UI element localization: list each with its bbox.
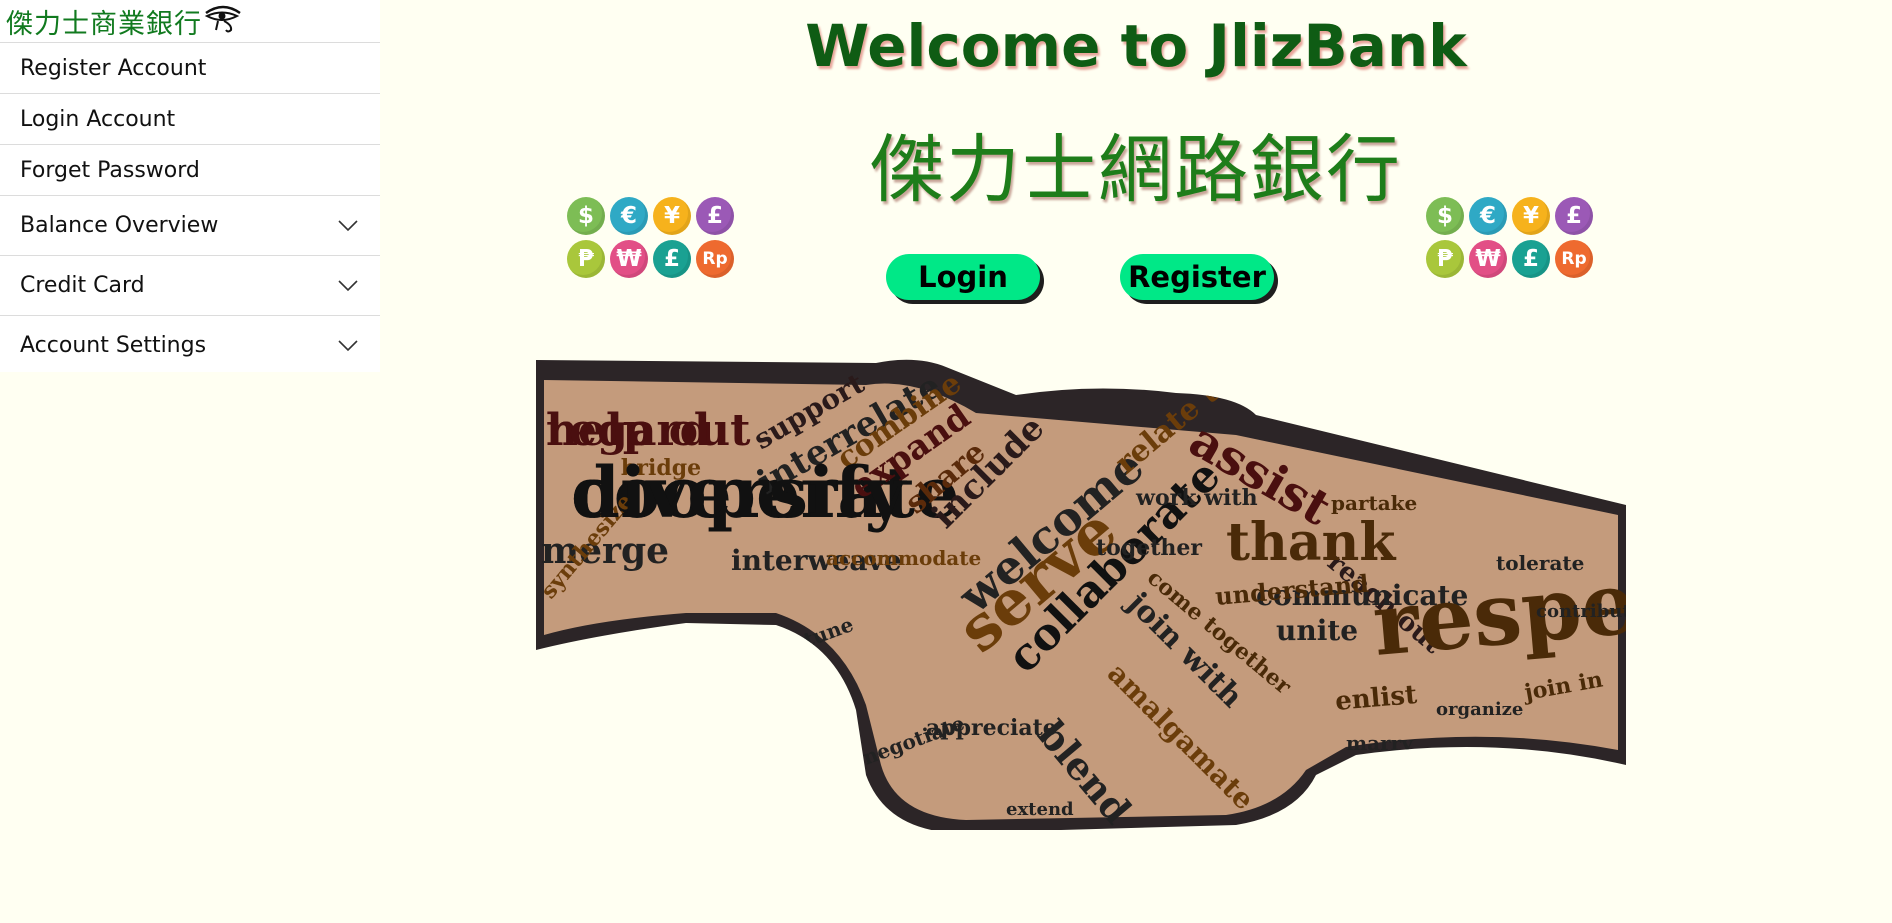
word-cloud-word: extend xyxy=(1006,799,1074,820)
register-button[interactable]: Register xyxy=(1120,254,1274,300)
currency-coin-icon: £ xyxy=(653,240,691,278)
word-cloud-word: regard xyxy=(546,405,710,456)
sidebar-item-balance-overview[interactable]: Balance Overview xyxy=(0,195,380,255)
word-cloud-word: diversify xyxy=(571,451,908,534)
word-cloud-word: tolerate xyxy=(1496,551,1584,575)
currency-coin-icon: $ xyxy=(567,197,605,235)
currency-coin-icon: ¥ xyxy=(1512,197,1550,235)
word-cloud-word: unite xyxy=(1276,614,1358,647)
word-cloud-word: partake xyxy=(1331,491,1417,515)
currency-coin-icon: ¥ xyxy=(653,197,691,235)
main-content: Welcome to JlizBank 傑力士網路銀行 $ € ¥ £ ₱ ₩ £ Rp $ €… xyxy=(380,0,1892,923)
sidebar-item-register-account[interactable]: Register Account xyxy=(0,42,380,93)
sidebar-item-label: Login Account xyxy=(20,106,176,132)
currency-coin-icon: € xyxy=(1469,197,1507,235)
currency-coin-icon: Rp xyxy=(1555,240,1593,278)
login-button[interactable]: Login xyxy=(886,254,1040,300)
currency-coin-icon: $ xyxy=(1426,197,1464,235)
currency-coin-icon: ₩ xyxy=(1469,240,1507,278)
sidebar-item-label: Account Settings xyxy=(20,333,207,358)
sidebar-item-account-settings[interactable]: Account Settings xyxy=(0,315,380,375)
currency-coin-icon: ₩ xyxy=(610,240,648,278)
sidebar-item-login-account[interactable]: Login Account xyxy=(0,93,380,144)
sidebar-item-credit-card[interactable]: Credit Card xyxy=(0,255,380,315)
word-cloud-word: thank xyxy=(1226,512,1396,573)
currency-coin-icon: Rp xyxy=(696,240,734,278)
currency-coin-icon: ₱ xyxy=(1426,240,1464,278)
brand[interactable]: 傑力士商業銀行 xyxy=(0,0,380,42)
chevron-down-icon xyxy=(338,339,358,351)
word-cloud-word: accommodate xyxy=(826,546,981,570)
page-title: Welcome to JlizBank xyxy=(805,12,1467,80)
word-cloud-word: contribute xyxy=(1536,601,1626,622)
sidebar-item-label: Forget Password xyxy=(20,157,200,183)
currency-coin-icon: £ xyxy=(1555,197,1593,235)
eye-of-horus-icon xyxy=(204,3,242,40)
currency-coin-icon: € xyxy=(610,197,648,235)
sidebar-item-label: Credit Card xyxy=(20,273,145,298)
currency-coin-icon: ₱ xyxy=(567,240,605,278)
sidebar-item-forget-password[interactable]: Forget Password xyxy=(0,144,380,195)
currency-icons-left: $ € ¥ £ ₱ ₩ £ Rp xyxy=(567,197,741,278)
currency-coin-icon: £ xyxy=(1512,240,1550,278)
currency-coin-icon: £ xyxy=(696,197,734,235)
word-cloud-word: marry xyxy=(1346,731,1414,755)
brand-name: 傑力士商業銀行 xyxy=(6,8,202,40)
sidebar: 傑力士商業銀行 Register Account Login Account F… xyxy=(0,0,380,372)
chevron-down-icon xyxy=(338,279,358,291)
word-cloud-word: work with xyxy=(1135,485,1258,511)
handshake-word-cloud-image: help outcooperatemerge interweavesupporti… xyxy=(536,359,1626,830)
chevron-down-icon xyxy=(338,219,358,231)
word-cloud-word: together xyxy=(1096,535,1202,561)
word-cloud-word: organize xyxy=(1436,699,1523,720)
sidebar-item-label: Register Account xyxy=(20,55,207,81)
currency-icons-right: $ € ¥ £ ₱ ₩ £ Rp xyxy=(1426,197,1600,278)
sidebar-item-label: Balance Overview xyxy=(20,213,219,238)
